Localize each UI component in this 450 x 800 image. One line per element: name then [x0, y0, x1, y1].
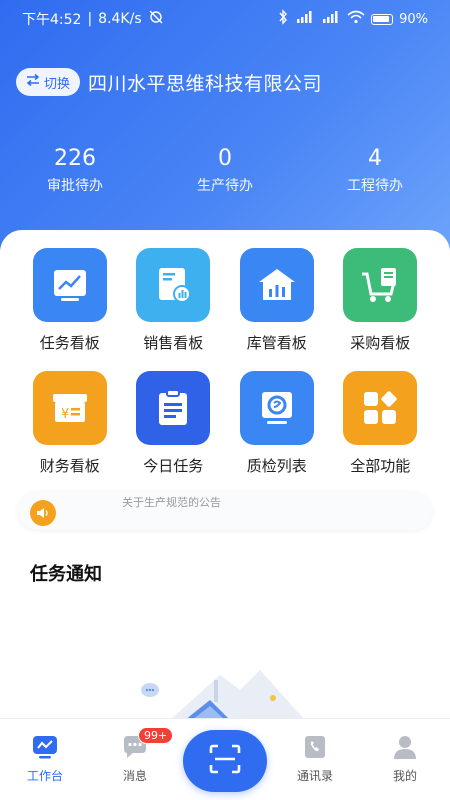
stat-label: 工程待办	[347, 178, 403, 194]
sales-doc-icon	[136, 248, 211, 322]
grid-label: 质检列表	[246, 457, 307, 475]
tab-messages[interactable]: 99+ 消息	[90, 719, 180, 800]
stat-label: 审批待办	[47, 178, 103, 194]
header-banner: 下午4:52 | 8.4K/s 90% 切换 四川水平思维科技有限公司 226 …	[0, 0, 450, 250]
company-row: 切换 四川水平思维科技有限公司	[16, 68, 322, 96]
status-divider: |	[87, 11, 93, 27]
announcement-bar[interactable]: 关于生产规范的公告	[18, 492, 432, 530]
empty-state-illustration	[141, 670, 305, 720]
grid-item-warehouse-board[interactable]: 库管看板	[225, 248, 329, 353]
profile-icon	[391, 733, 419, 761]
battery-level: 90%	[399, 11, 428, 27]
signal-hd2-icon	[321, 10, 341, 28]
function-grid: 任务看板 销售看板 库管看板 采购看板 ¥ 财务看板 今日任务 质检列表 全部功…	[18, 248, 432, 476]
swap-icon	[26, 73, 40, 90]
tab-workbench[interactable]: 工作台	[0, 719, 90, 800]
main-card: 任务看板 销售看板 库管看板 采购看板 ¥ 财务看板 今日任务 质检列表 全部功…	[0, 230, 450, 720]
tab-label: 消息	[122, 769, 147, 783]
stat-label: 生产待办	[197, 178, 253, 194]
grid-label: 库管看板	[246, 334, 307, 352]
tab-label: 我的	[392, 769, 417, 783]
warehouse-icon	[239, 248, 314, 322]
tab-profile[interactable]: 我的	[360, 719, 450, 800]
contacts-icon	[301, 733, 329, 761]
grid-label: 任务看板	[39, 334, 100, 352]
signal-hd1-icon	[295, 10, 315, 28]
stat-engineering-todo[interactable]: 4 工程待办	[300, 146, 450, 195]
chart-board-icon	[32, 248, 107, 322]
switch-company-button[interactable]: 切换	[16, 68, 81, 96]
stat-value: 226	[54, 146, 96, 171]
wifi-icon	[347, 10, 365, 28]
announcement-text: 关于生产规范的公告	[122, 496, 221, 509]
grid-item-purchase-board[interactable]: 采购看板	[329, 248, 433, 353]
grid-label: 销售看板	[143, 334, 204, 352]
grid-item-all-functions[interactable]: 全部功能	[329, 371, 433, 476]
stat-value: 4	[368, 146, 382, 171]
grid-item-today-tasks[interactable]: 今日任务	[122, 371, 226, 476]
status-bar: 下午4:52 | 8.4K/s 90%	[0, 0, 450, 38]
company-name: 四川水平思维科技有限公司	[88, 72, 323, 95]
grid-label: 财务看板	[39, 457, 100, 475]
scan-icon	[208, 744, 242, 778]
status-time: 下午4:52	[22, 12, 82, 28]
finance-box-icon: ¥	[32, 371, 107, 445]
mute-alarm-icon	[148, 9, 164, 29]
network-speed: 8.4K/s	[98, 11, 142, 27]
tab-label: 通讯录	[296, 769, 333, 783]
switch-label: 切换	[44, 76, 71, 92]
tab-contacts[interactable]: 通讯录	[270, 719, 360, 800]
grid-label: 采购看板	[350, 334, 411, 352]
grid-label: 全部功能	[350, 457, 411, 475]
inspection-icon	[239, 371, 314, 445]
shopping-cart-icon	[343, 248, 418, 322]
workbench-icon	[31, 733, 59, 761]
scan-button[interactable]	[183, 730, 267, 792]
clipboard-icon	[136, 371, 211, 445]
stat-value: 0	[218, 146, 232, 171]
todo-stats: 226 审批待办 0 生产待办 4 工程待办	[0, 146, 450, 195]
grid-item-task-board[interactable]: 任务看板	[18, 248, 122, 353]
svg-text:¥: ¥	[61, 407, 69, 422]
task-notice-title: 任务通知	[30, 564, 102, 585]
grid-label: 今日任务	[143, 457, 204, 475]
bluetooth-icon	[277, 9, 289, 29]
stat-production-todo[interactable]: 0 生产待办	[150, 146, 300, 195]
grid-item-inspection-list[interactable]: 质检列表	[225, 371, 329, 476]
stat-approval-todo[interactable]: 226 审批待办	[0, 146, 150, 195]
battery-icon	[371, 13, 394, 25]
speaker-icon	[30, 500, 56, 526]
grid-item-sales-board[interactable]: 销售看板	[122, 248, 226, 353]
tab-label: 工作台	[26, 769, 63, 783]
unread-badge: 99+	[138, 727, 174, 744]
all-apps-icon	[343, 371, 418, 445]
grid-item-finance-board[interactable]: ¥ 财务看板	[18, 371, 122, 476]
